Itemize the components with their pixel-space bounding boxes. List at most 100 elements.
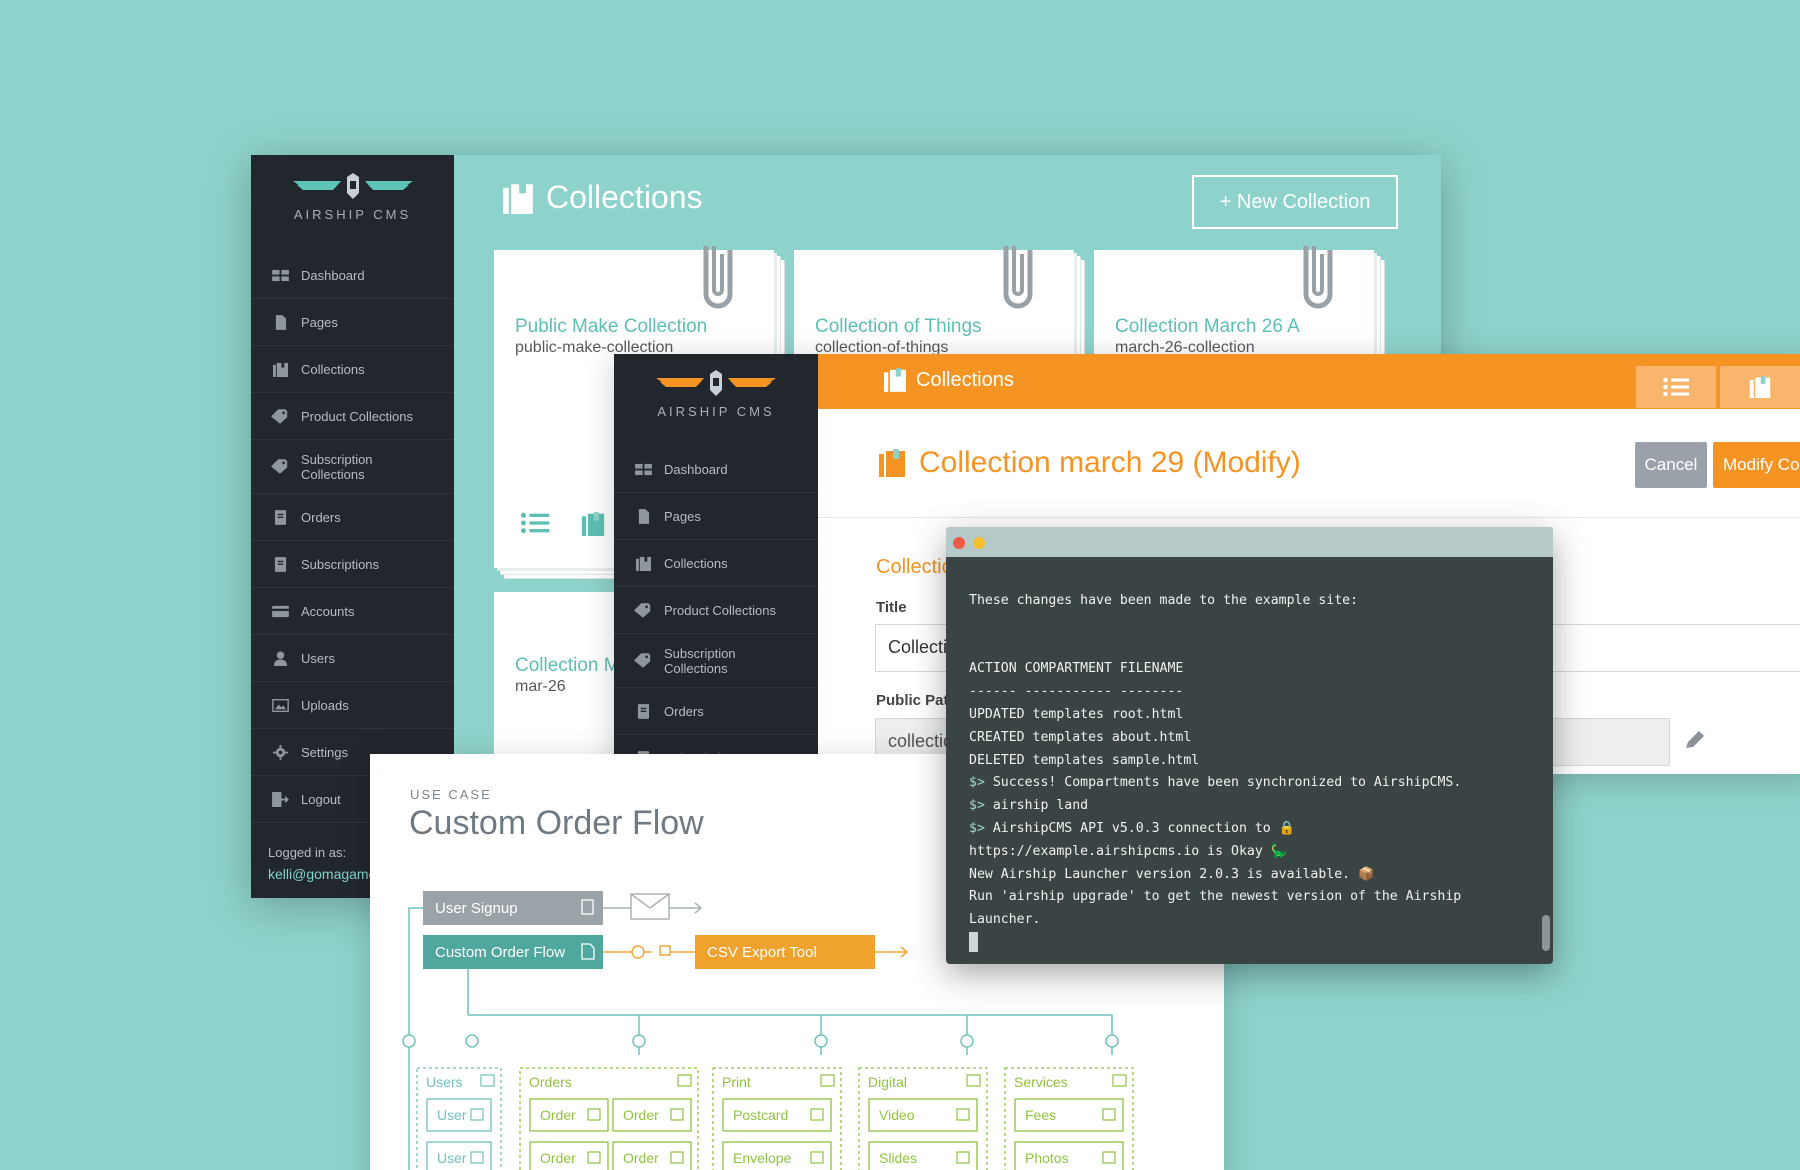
prompt: $> (969, 798, 985, 814)
sidebar-item-label: Product Collections (664, 602, 776, 618)
terminal-line: AirshipCMS API v5.0.3 connection to 🔒 (984, 820, 1296, 836)
terminal-line: These changes have been made to the exam… (969, 593, 1359, 608)
user-icon (271, 650, 289, 666)
group-icon (820, 1074, 835, 1087)
terminal-scrollbar[interactable] (1542, 915, 1550, 951)
airship-logo-icon (656, 370, 776, 398)
flow-item-label: Order (540, 1107, 576, 1123)
minimize-icon[interactable] (973, 537, 985, 549)
terminal-line: airship land (984, 798, 1089, 814)
title-label: Title (876, 599, 907, 616)
terminal-line: DELETED templates sample.html (969, 752, 1200, 768)
cancel-button[interactable]: Cancel (1635, 442, 1707, 488)
sidebar-item-pages[interactable]: Pages (614, 493, 818, 540)
terminal-line: Run 'airship upgrade' to get the newest … (969, 889, 1462, 905)
collection-icon[interactable] (578, 512, 608, 536)
logout-icon (271, 791, 289, 807)
sidebar-item-label: Orders (301, 509, 341, 525)
dashboard-icon (271, 267, 289, 283)
terminal-window: These changes have been made to the exam… (946, 527, 1553, 964)
tags-icon (634, 653, 652, 669)
list-icon[interactable] (520, 512, 550, 534)
card-slug: mar-26 (515, 678, 566, 695)
sidebar-item-accounts[interactable]: Accounts (251, 588, 454, 635)
brand-logo[interactable]: AIRSHIP CMS (614, 370, 818, 419)
top-bar: Collections (818, 354, 1800, 409)
grid-view-button[interactable] (1720, 366, 1800, 408)
flow-item-label: Order (623, 1150, 659, 1166)
sidebar-item-uploads[interactable]: Uploads (251, 682, 454, 729)
paperclip-icon (700, 242, 736, 314)
flow-item-label: Slides (879, 1150, 917, 1166)
sidebar-item-orders[interactable]: Orders (614, 688, 818, 735)
list-view-button[interactable] (1636, 366, 1716, 408)
card-title[interactable]: Collection March 26 A (1115, 316, 1300, 338)
sidebar-item-label: Subscriptions (301, 556, 380, 572)
topbar-title-text: Collections (916, 368, 1014, 391)
terminal-line: Success! Compartments have been synchron… (984, 775, 1462, 791)
sidebar-item-product-collections[interactable]: Product Collections (251, 393, 454, 440)
sidebar-item-label: Subscription Collections (301, 451, 373, 482)
sidebar-item-label: Users (301, 650, 335, 666)
close-icon[interactable] (953, 537, 965, 549)
sidebar-item-orders[interactable]: Orders (251, 494, 454, 541)
sidebar-item-subscription-collections[interactable]: Subscription Collections (614, 634, 818, 688)
modify-title-text: Collection march 29 (Modify) (919, 446, 1301, 479)
terminal-line: Launcher. (969, 912, 1041, 928)
collection-icon (879, 448, 905, 478)
card-title[interactable]: Collection of Things (815, 316, 982, 338)
sidebar-item-collections[interactable]: Collections (614, 540, 818, 587)
brand-logo[interactable]: AIRSHIP CMS (251, 173, 454, 222)
subscriptions-icon (271, 556, 289, 572)
sidebar-item-label: Dashboard (664, 461, 728, 477)
flow-item-label: User (437, 1150, 467, 1166)
flow-item-label: Photos (1025, 1150, 1069, 1166)
sidebar-item-collections[interactable]: Collections (251, 346, 454, 393)
sidebar-item-product-collections[interactable]: Product Collections (614, 587, 818, 634)
sidebar-item-subscription-collections[interactable]: Subscription Collections (251, 440, 454, 494)
modify-title: Collection march 29 (Modify) (879, 446, 1301, 480)
brand-name: AIRSHIP CMS (657, 404, 775, 419)
terminal-line: https://example.airshipcms.io is Okay 🦕 (969, 843, 1288, 859)
group-title: Services (1014, 1074, 1068, 1090)
sidebar: AIRSHIP CMS Dashboard Pages Collections … (614, 354, 818, 774)
sidebar-item-subscriptions[interactable]: Subscriptions (251, 541, 454, 588)
pencil-icon[interactable] (1684, 730, 1706, 752)
csv-export-label: CSV Export Tool (707, 944, 817, 961)
group-title: Print (722, 1074, 751, 1090)
dashboard-icon (634, 461, 652, 477)
flow-item-label: Postcard (733, 1107, 788, 1123)
orders-icon (634, 703, 652, 719)
collection-icon (884, 368, 906, 392)
sidebar-item-label: Pages (664, 508, 701, 524)
collection-icon (1747, 376, 1773, 398)
terminal-cursor[interactable] (969, 931, 978, 952)
sidebar-item-label: Uploads (301, 697, 349, 713)
sidebar-nav: Dashboard Pages Collections Product Coll… (614, 446, 818, 774)
page-icon (271, 314, 289, 330)
card-title[interactable]: Public Make Collection (515, 316, 707, 338)
tag-icon (271, 408, 289, 424)
gear-icon (271, 744, 289, 760)
sidebar-item-label: Orders (664, 703, 704, 719)
list-icon (1662, 377, 1690, 397)
tags-icon (271, 459, 289, 475)
sidebar-item-pages[interactable]: Pages (251, 299, 454, 346)
tag-icon (634, 602, 652, 618)
card-icon (271, 603, 289, 619)
collection-icon (503, 182, 533, 214)
collection-icon (271, 361, 289, 377)
prompt: $> (969, 775, 985, 791)
sidebar-item-label: Collections (664, 555, 728, 571)
paperclip-icon (1300, 242, 1336, 314)
modify-collection-button[interactable]: Modify Collection (1713, 442, 1800, 488)
sidebar-item-dashboard[interactable]: Dashboard (251, 252, 454, 299)
group-icon (1112, 1074, 1127, 1087)
sidebar-item-dashboard[interactable]: Dashboard (614, 446, 818, 493)
sidebar-item-users[interactable]: Users (251, 635, 454, 682)
new-collection-button[interactable]: + New Collection (1192, 175, 1398, 229)
terminal-line: CREATED templates about.html (969, 729, 1192, 745)
sidebar-item-label: Collections (301, 361, 365, 377)
sidebar-item-label: Settings (301, 744, 348, 760)
orders-icon (271, 509, 289, 525)
